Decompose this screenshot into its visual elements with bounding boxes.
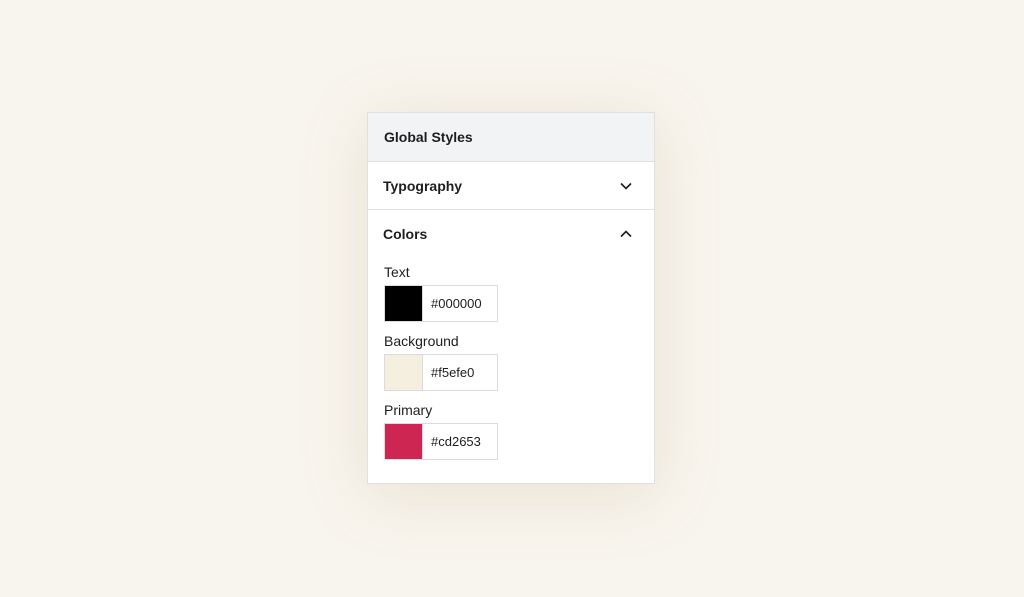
color-row-primary: Primary	[384, 402, 638, 460]
typography-section-toggle[interactable]: Typography	[368, 162, 654, 210]
global-styles-panel: Global Styles Typography Colors Text #00…	[367, 112, 655, 484]
color-row-text: Text	[384, 264, 638, 322]
color-row-background: Background	[384, 333, 638, 391]
text-color-swatch[interactable]	[385, 286, 423, 321]
chevron-up-icon	[618, 226, 634, 242]
background-color-hex-input[interactable]	[423, 355, 497, 390]
text-color-control	[384, 285, 498, 322]
color-label-background: Background	[384, 333, 459, 349]
chevron-down-icon	[618, 178, 634, 194]
panel-title: Global Styles	[384, 129, 473, 145]
panel-header: Global Styles	[368, 113, 654, 162]
color-label-primary: Primary	[384, 402, 433, 418]
background-color-control	[384, 354, 498, 391]
colors-section: Colors Text Background	[368, 210, 654, 460]
colors-body: Text Background Primary	[368, 258, 654, 460]
colors-section-toggle[interactable]: Colors	[368, 210, 654, 258]
colors-section-title: Colors	[383, 226, 428, 242]
primary-color-swatch[interactable]	[385, 424, 423, 459]
primary-color-hex-input[interactable]	[423, 424, 497, 459]
background-color-swatch[interactable]	[385, 355, 423, 390]
text-color-hex-input[interactable]	[423, 286, 497, 321]
primary-color-control	[384, 423, 498, 460]
color-label-text: Text	[384, 264, 410, 280]
typography-section-title: Typography	[383, 177, 463, 194]
